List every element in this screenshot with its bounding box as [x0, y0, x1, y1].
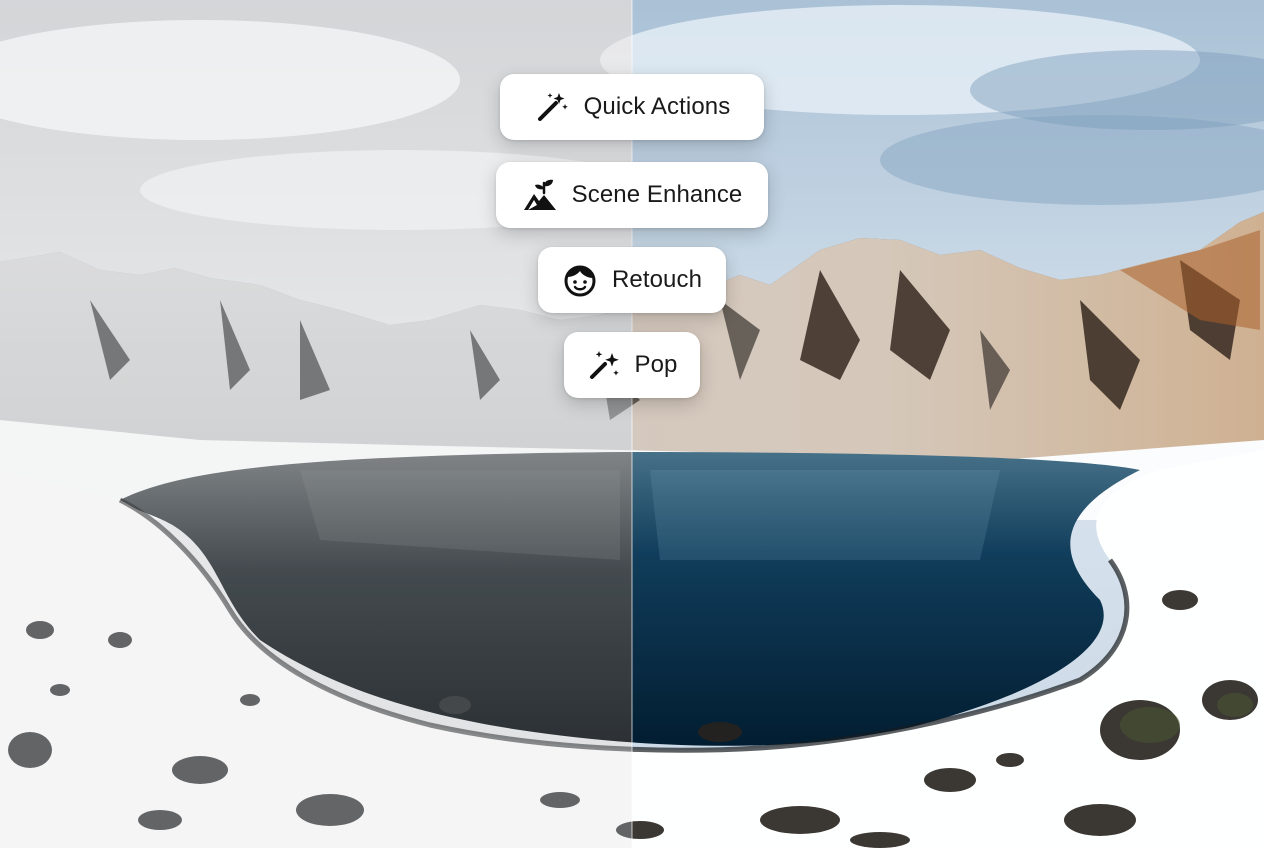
before-after-comparison: Quick Actions Scene Enhance Retouch Pop [0, 0, 1264, 848]
quick-actions-label: Quick Actions [583, 93, 731, 120]
landscape-sprout-icon [522, 177, 558, 213]
magic-wand-icon [534, 89, 570, 125]
pop-button[interactable]: Pop [564, 332, 700, 398]
retouch-label: Retouch [611, 266, 703, 293]
retouch-button[interactable]: Retouch [538, 247, 726, 313]
pop-label: Pop [634, 351, 678, 378]
face-icon [562, 262, 598, 298]
scene-enhance-button[interactable]: Scene Enhance [496, 162, 768, 228]
sparkle-wand-icon [587, 347, 621, 383]
quick-actions-button[interactable]: Quick Actions [500, 74, 764, 140]
scene-enhance-label: Scene Enhance [571, 181, 743, 208]
